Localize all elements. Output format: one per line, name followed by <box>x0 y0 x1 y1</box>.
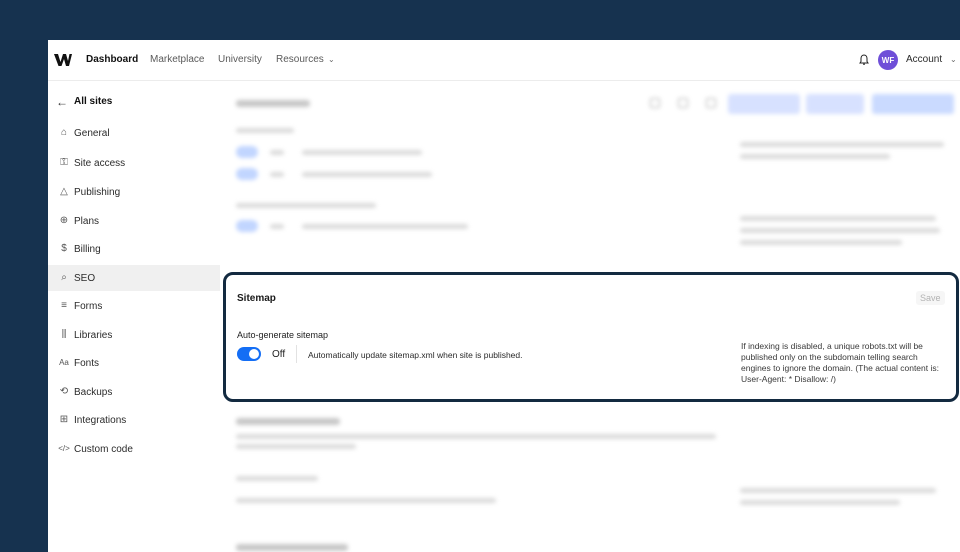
placeholder-line <box>236 498 496 503</box>
placeholder-line <box>302 224 468 229</box>
placeholder-line <box>740 216 936 221</box>
forms-icon: ≡ <box>61 300 67 311</box>
sidebar-item-label: Backups <box>74 387 113 398</box>
plans-icon: ⊕ <box>59 215 69 226</box>
code-icon: </> <box>58 444 70 453</box>
placeholder-toggle <box>236 168 258 180</box>
app-window: Dashboard Marketplace University Resourc… <box>48 40 960 552</box>
home-icon: ⌂ <box>60 127 68 138</box>
sidebar-item-label: Fonts <box>74 358 100 369</box>
nav-university[interactable]: University <box>218 54 262 65</box>
sidebar-item-label: Site access <box>74 158 126 169</box>
search-icon: ⌕ <box>61 272 67 283</box>
auto-generate-toggle[interactable] <box>237 347 261 361</box>
placeholder-line <box>740 488 936 493</box>
sidebar-item-forms[interactable]: ≡ Forms <box>48 293 220 319</box>
integrations-icon: ⊞ <box>59 414 69 425</box>
placeholder-line <box>236 476 318 481</box>
placeholder-line <box>740 228 940 233</box>
placeholder-line <box>740 154 890 159</box>
sidebar-item-label: Plans <box>74 216 100 227</box>
sidebar-item-label: General <box>74 128 110 139</box>
placeholder-line <box>270 172 284 177</box>
sitemap-section: Sitemap Save Auto-generate sitemap Off A… <box>223 272 959 402</box>
sidebar-item-label: Custom code <box>74 444 133 455</box>
placeholder-icon <box>706 98 716 108</box>
placeholder-line <box>740 240 902 245</box>
sidebar-item-seo[interactable]: ⌕ SEO <box>48 265 220 291</box>
auto-generate-label: Auto-generate sitemap <box>237 330 329 340</box>
top-nav: Dashboard Marketplace University Resourc… <box>48 40 960 81</box>
sidebar-item-general[interactable]: ⌂ General <box>48 120 220 146</box>
toggle-state-label: Off <box>272 349 286 360</box>
save-button[interactable]: Save <box>916 291 945 305</box>
placeholder-line <box>236 434 716 439</box>
bell-icon[interactable] <box>858 54 870 66</box>
placeholder-line <box>302 150 422 155</box>
placeholder-line <box>270 150 284 155</box>
nav-marketplace[interactable]: Marketplace <box>150 54 204 65</box>
settings-sidebar: ← All sites ⌂ General ⚿ Site access △ Publish… <box>48 81 220 552</box>
sidebar-item-plans[interactable]: ⊕ Plans <box>48 208 220 234</box>
sidebar-item-label: Libraries <box>74 330 113 341</box>
nav-resources[interactable]: Resources <box>276 54 324 65</box>
indexing-note: If indexing is disabled, a unique robots… <box>741 341 939 384</box>
sidebar-item-label: Publishing <box>74 187 121 198</box>
libraries-icon: ⫼ <box>61 329 67 340</box>
sidebar-item-label: Integrations <box>74 415 127 426</box>
placeholder-button <box>728 94 800 114</box>
placeholder-toggle <box>236 146 258 158</box>
placeholder-button <box>806 94 864 114</box>
backups-icon: ⟲ <box>59 386 69 397</box>
chevron-down-icon[interactable]: ⌄ <box>328 55 335 64</box>
auto-generate-description: Automatically update sitemap.xml when si… <box>308 350 523 360</box>
sidebar-item-backups[interactable]: ⟲ Backups <box>48 379 220 405</box>
nav-dashboard[interactable]: Dashboard <box>86 54 138 65</box>
placeholder-line <box>740 500 900 505</box>
sidebar-item-custom-code[interactable]: </> Custom code <box>48 436 220 462</box>
section-title: Sitemap <box>237 293 276 304</box>
sidebar-item-billing[interactable]: $ Billing <box>48 236 220 262</box>
sidebar-item-libraries[interactable]: ⫼ Libraries <box>48 322 220 348</box>
webflow-logo-icon[interactable] <box>54 53 72 67</box>
chevron-down-icon[interactable]: ⌄ <box>950 55 957 64</box>
placeholder-heading <box>236 544 348 551</box>
sidebar-item-label: SEO <box>74 273 96 284</box>
sidebar-item-label: Billing <box>74 244 101 255</box>
sidebar-item-publishing[interactable]: △ Publishing <box>48 179 220 205</box>
placeholder-heading <box>236 418 340 425</box>
placeholder-line <box>740 142 944 147</box>
sidebar-item-fonts[interactable]: Aa Fonts <box>48 350 220 376</box>
fonts-icon: Aa <box>59 358 69 367</box>
toggle-knob <box>249 349 259 359</box>
sidebar-item-site-access[interactable]: ⚿ Site access <box>48 150 220 176</box>
placeholder-line <box>236 203 376 208</box>
sidebar-item-integrations[interactable]: ⊞ Integrations <box>48 407 220 433</box>
placeholder-heading <box>236 100 310 107</box>
placeholder-line <box>270 224 284 229</box>
dollar-icon: $ <box>61 243 67 254</box>
avatar[interactable]: WF <box>878 50 898 70</box>
placeholder-icon <box>650 98 660 108</box>
divider <box>296 345 297 363</box>
placeholder-line <box>236 128 294 133</box>
placeholder-line <box>236 444 356 449</box>
publish-icon: △ <box>60 186 68 197</box>
placeholder-icon <box>678 98 688 108</box>
placeholder-toggle <box>236 220 258 232</box>
back-arrow-icon[interactable]: ← <box>56 95 68 109</box>
key-icon: ⚿ <box>60 157 68 168</box>
sidebar-item-label: Forms <box>74 301 103 312</box>
account-menu[interactable]: Account <box>906 54 942 65</box>
placeholder-line <box>302 172 432 177</box>
all-sites-link[interactable]: All sites <box>74 96 112 107</box>
placeholder-button <box>872 94 954 114</box>
